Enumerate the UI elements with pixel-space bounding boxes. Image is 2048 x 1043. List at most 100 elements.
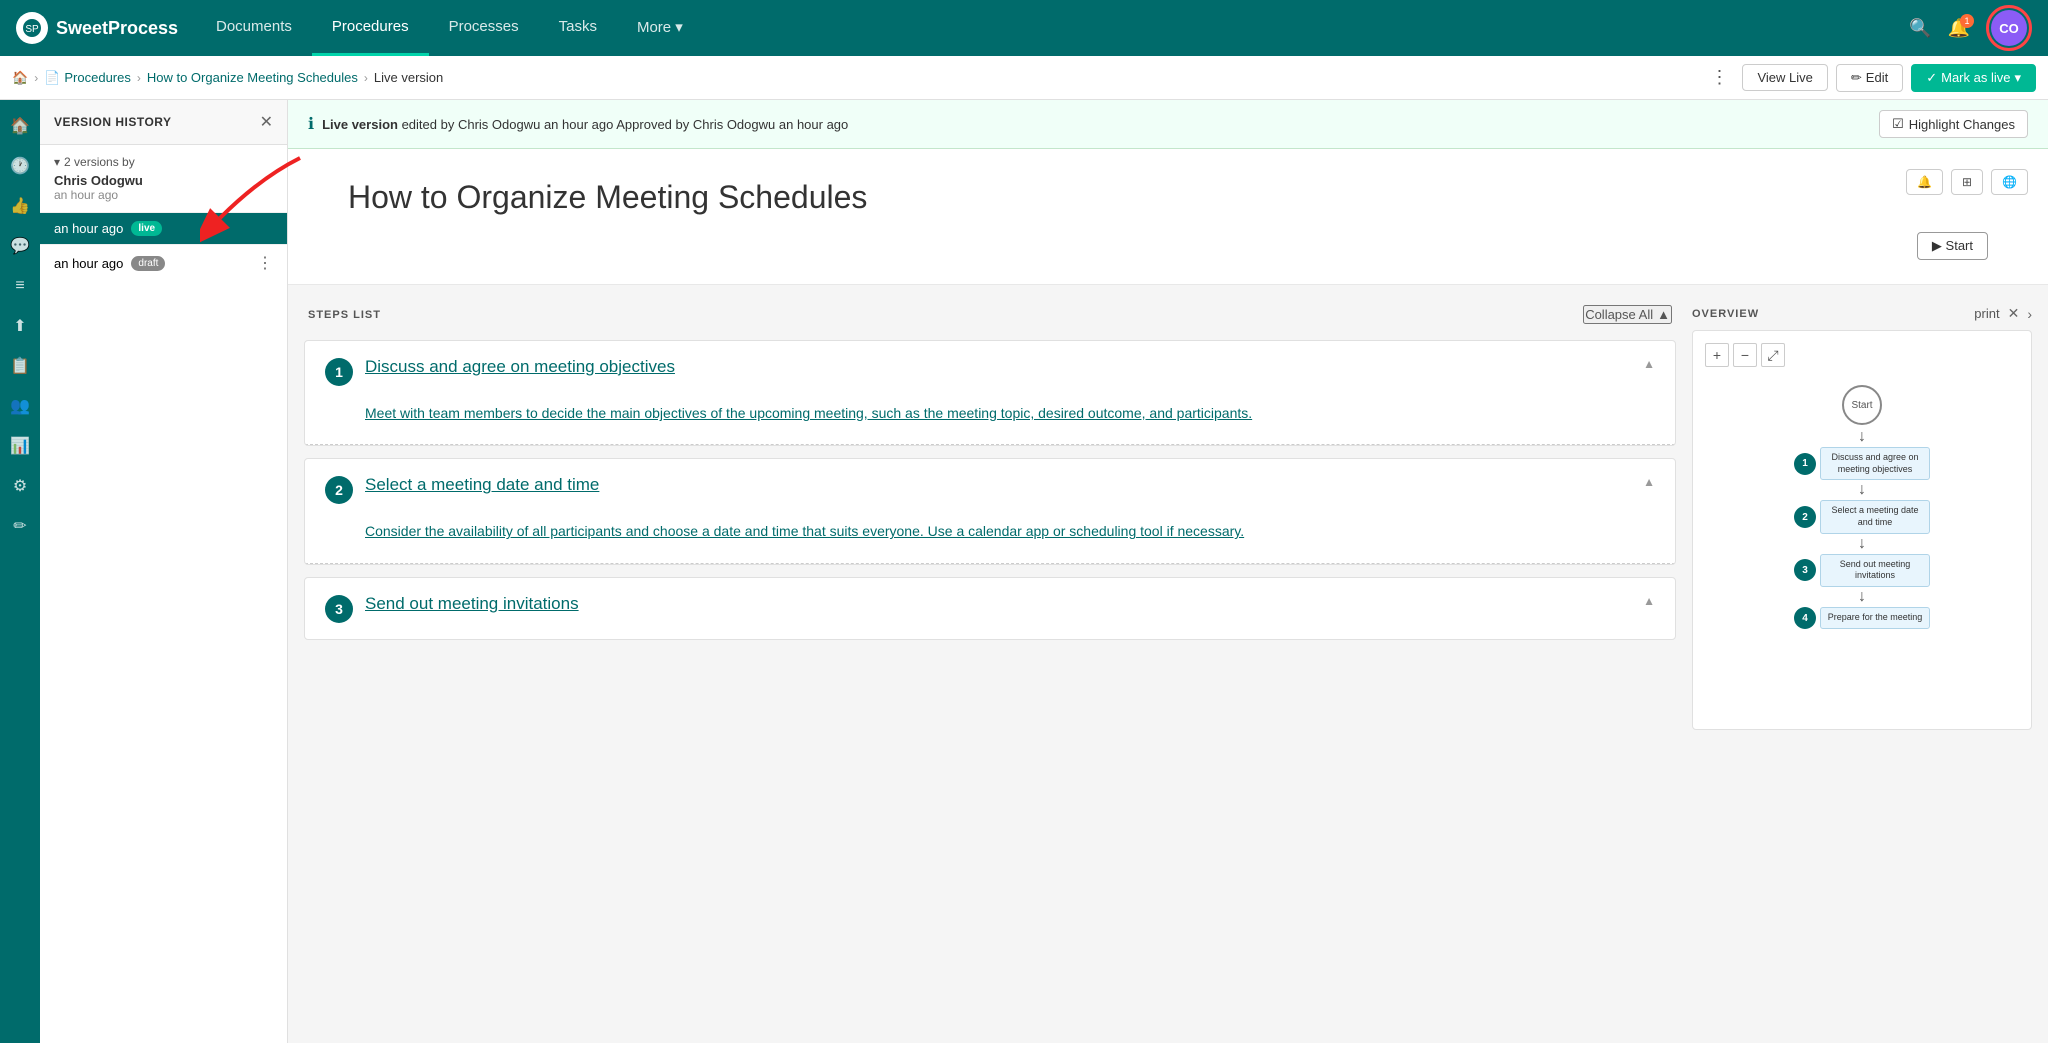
diagram-node-3: 3 Send out meeting invitations	[1794, 554, 1930, 587]
step-chevron-1: ▲	[1643, 357, 1655, 371]
columns-icon-button[interactable]: ⊞	[1951, 169, 1983, 195]
breadcrumb-document[interactable]: How to Organize Meeting Schedules	[147, 70, 358, 85]
node-circle-3: 3	[1794, 559, 1816, 581]
steps-overview: STEPS LIST Collapse All ▲ 1 Discuss and …	[288, 285, 2048, 1043]
bell-icon-button[interactable]: 🔔	[1906, 169, 1943, 195]
banner-edited-by: edited by Chris Odogwu	[402, 117, 541, 132]
steps-list-label: STEPS LIST	[308, 309, 381, 321]
breadcrumb-procedures[interactable]: 📄 Procedures	[44, 70, 131, 86]
search-icon[interactable]: 🔍	[1909, 18, 1931, 39]
logo-text: SweetProcess	[56, 18, 178, 39]
version-item-draft[interactable]: an hour ago draft ⋮	[40, 244, 287, 281]
edit-button[interactable]: ✏ Edit	[1836, 64, 1903, 92]
overview-close-button[interactable]: ✕	[2008, 305, 2020, 322]
version-history-title: VERSION HISTORY	[54, 115, 172, 129]
more-options-button[interactable]: ⋮	[1704, 67, 1734, 88]
sidebar-list-icon[interactable]: ≡	[2, 268, 38, 304]
svg-text:SP: SP	[25, 24, 39, 35]
nav-more[interactable]: More ▾	[617, 0, 703, 56]
avatar[interactable]: CO	[1991, 10, 2027, 46]
nav-right: 🔍 🔔1 CO	[1909, 5, 2032, 51]
sidebar-like-icon[interactable]: 👍	[2, 188, 38, 224]
step-item-3: 3 Send out meeting invitations ▲	[304, 577, 1676, 640]
start-circle: Start	[1842, 385, 1882, 425]
sidebar-history-icon[interactable]: 🕐	[2, 148, 38, 184]
logo-area: SP SweetProcess	[16, 12, 196, 44]
step-header-2[interactable]: 2 Select a meeting date and time ▲	[305, 459, 1675, 520]
diagram-node-2: 2 Select a meeting date and time	[1794, 500, 1930, 533]
step-number-3: 3	[325, 595, 353, 623]
step-header-3[interactable]: 3 Send out meeting invitations ▲	[305, 578, 1675, 639]
breadcrumb-home[interactable]: 🏠	[12, 70, 28, 86]
step-number-1: 1	[325, 358, 353, 386]
step-title-3[interactable]: Send out meeting invitations	[365, 594, 579, 614]
breadcrumb-actions: ⋮ View Live ✏ Edit ✓ Mark as live ▾	[1704, 64, 2036, 92]
nav-processes[interactable]: Processes	[429, 0, 539, 56]
step-header-1[interactable]: 1 Discuss and agree on meeting objective…	[305, 341, 1675, 402]
start-button[interactable]: ▶ Start	[1917, 232, 1988, 260]
banner-time-2: an hour ago	[779, 117, 848, 132]
nav-documents[interactable]: Documents	[196, 0, 312, 56]
zoom-out-button[interactable]: −	[1733, 343, 1757, 367]
breadcrumb-sep-2: ›	[137, 71, 141, 85]
avatar-ring: CO	[1986, 5, 2032, 51]
version-author: Chris Odogwu	[54, 173, 273, 188]
mark-as-live-button[interactable]: ✓ Mark as live ▾	[1911, 64, 2036, 92]
live-badge: live	[131, 221, 162, 236]
step-title-2[interactable]: Select a meeting date and time	[365, 475, 599, 495]
globe-icon-button[interactable]: 🌐	[1991, 169, 2028, 195]
step-title-1[interactable]: Discuss and agree on meeting objectives	[365, 357, 675, 377]
step-chevron-3: ▲	[1643, 594, 1655, 608]
step-divider-2	[305, 563, 1675, 564]
version-group-label: ▾ 2 versions by	[54, 155, 273, 169]
diagram-arrow-3: ↓	[1858, 589, 1866, 605]
notifications-icon[interactable]: 🔔1	[1948, 18, 1970, 39]
zoom-in-button[interactable]: +	[1705, 343, 1729, 367]
sidebar-upload-icon[interactable]: ⬆	[2, 308, 38, 344]
step-description-2: Consider the availability of all partici…	[365, 520, 1655, 542]
icon-sidebar: 🏠 🕐 👍 💬 ≡ ⬆ 📋 👥 📊 ⚙ ✏	[0, 100, 40, 1043]
draft-item-dots-button[interactable]: ⋮	[257, 253, 273, 273]
version-live-time: an hour ago	[54, 221, 123, 236]
zoom-controls: + − ⤢	[1705, 343, 2019, 367]
steps-list: STEPS LIST Collapse All ▲ 1 Discuss and …	[304, 305, 1676, 1023]
sidebar-edit-icon[interactable]: ✏	[2, 508, 38, 544]
version-draft-label: an hour ago draft	[54, 256, 165, 271]
nav-procedures[interactable]: Procedures	[312, 0, 429, 56]
main-layout: 🏠 🕐 👍 💬 ≡ ⬆ 📋 👥 📊 ⚙ ✏ VERSION HISTORY ✕ …	[0, 100, 2048, 1043]
procedures-icon: 📄	[44, 70, 60, 86]
version-live-label: an hour ago live	[54, 221, 162, 236]
highlight-changes-button[interactable]: ☑ Highlight Changes	[1879, 110, 2028, 138]
diagram-arrow-2: ↓	[1858, 536, 1866, 552]
top-nav: SP SweetProcess Documents Procedures Pro…	[0, 0, 2048, 56]
version-item-live[interactable]: an hour ago live	[40, 213, 287, 244]
sidebar-home-icon[interactable]: 🏠	[2, 108, 38, 144]
doc-header: How to Organize Meeting Schedules 🔔 ⊞ 🌐 …	[288, 149, 2048, 285]
version-panel-header: VERSION HISTORY ✕	[40, 100, 287, 145]
sidebar-team-icon[interactable]: 👥	[2, 388, 38, 424]
zoom-fit-button[interactable]: ⤢	[1761, 343, 1785, 367]
step-description-1: Meet with team members to decide the mai…	[365, 402, 1655, 424]
doc-actions: 🔔 ⊞ 🌐	[1906, 169, 2028, 195]
draft-badge: draft	[131, 256, 165, 271]
overview-next-button[interactable]: ›	[2027, 306, 2032, 322]
breadcrumb-current: Live version	[374, 70, 443, 85]
doc-title: How to Organize Meeting Schedules	[348, 179, 1988, 216]
collapse-all-button[interactable]: Collapse All ▲	[1583, 305, 1672, 324]
sidebar-analytics-icon[interactable]: 📊	[2, 428, 38, 464]
node-box-4: Prepare for the meeting	[1820, 607, 1930, 629]
info-banner: ℹ Live version edited by Chris Odogwu an…	[288, 100, 2048, 149]
close-version-panel-button[interactable]: ✕	[260, 112, 273, 132]
diagram-node-1: 1 Discuss and agree on meeting objective…	[1794, 447, 1930, 480]
print-link[interactable]: print	[1974, 306, 1999, 321]
view-live-button[interactable]: View Live	[1742, 64, 1827, 91]
sidebar-settings-icon[interactable]: ⚙	[2, 468, 38, 504]
sidebar-comments-icon[interactable]: 💬	[2, 228, 38, 264]
overview-content: + − ⤢ Start ↓ 1 Discuss and a	[1692, 330, 2032, 730]
chevron-down-icon: ▾	[54, 155, 60, 169]
step-item-1: 1 Discuss and agree on meeting objective…	[304, 340, 1676, 446]
overview-panel: OVERVIEW print ✕ › + − ⤢ Sta	[1692, 305, 2032, 1023]
step-content-2: Consider the availability of all partici…	[305, 520, 1675, 558]
nav-tasks[interactable]: Tasks	[539, 0, 617, 56]
sidebar-copy-icon[interactable]: 📋	[2, 348, 38, 384]
